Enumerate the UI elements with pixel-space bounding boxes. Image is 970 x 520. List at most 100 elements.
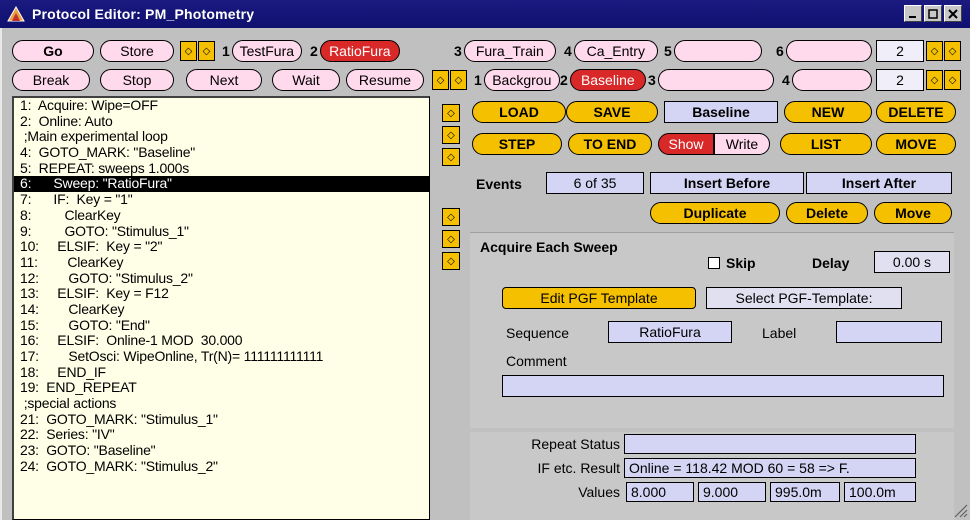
label-label: Label bbox=[762, 325, 797, 341]
delete-button[interactable]: DELETE bbox=[876, 101, 956, 123]
slot-number: 4 bbox=[782, 72, 790, 88]
event-move-button[interactable]: Move bbox=[874, 202, 952, 224]
code-line[interactable]: 1: Acquire: Wipe=OFF bbox=[14, 98, 429, 114]
edit-pgf-button[interactable]: Edit PGF Template bbox=[502, 287, 696, 309]
arrow-right-icon[interactable]: ◇ bbox=[198, 41, 215, 61]
code-line[interactable]: 7: IF: Key = "1" bbox=[14, 191, 429, 208]
sequence-slot-3[interactable]: 3 Fura_Train bbox=[454, 40, 556, 62]
protocol-code-list[interactable]: 1: Acquire: Wipe=OFF 2: Online: Auto ;Mai… bbox=[12, 96, 430, 520]
scroll-down-icon[interactable]: ◇ bbox=[442, 252, 460, 270]
code-line[interactable]: 6: Sweep: "RatioFura" bbox=[14, 176, 429, 193]
protocol-slot-1[interactable]: 1 Backgrou bbox=[474, 69, 560, 91]
code-line[interactable]: 15: GOTO: "End" bbox=[14, 317, 429, 334]
list-button[interactable]: LIST bbox=[780, 133, 872, 155]
sequence-slot-1[interactable]: 1 TestFura bbox=[222, 40, 302, 62]
protocol-name: Backgrou bbox=[483, 69, 560, 91]
code-line[interactable]: 5: REPEAT: sweeps 1.000s bbox=[14, 160, 429, 177]
code-line[interactable]: 19: END_REPEAT bbox=[14, 380, 429, 396]
insert-before-button[interactable]: Insert Before bbox=[650, 172, 804, 194]
code-line[interactable]: 24: GOTO_MARK: "Stimulus_2" bbox=[14, 458, 429, 475]
load-button[interactable]: LOAD bbox=[472, 101, 566, 123]
break-button[interactable]: Break bbox=[12, 69, 90, 91]
page-prev-icon[interactable]: ◇ bbox=[926, 70, 943, 90]
event-delete-button[interactable]: Delete bbox=[786, 202, 868, 224]
value-3: 995.0m bbox=[770, 482, 840, 502]
code-line[interactable]: ;special actions bbox=[14, 395, 429, 412]
resume-button[interactable]: Resume bbox=[346, 69, 424, 91]
page-next-icon[interactable]: ◇ bbox=[944, 41, 961, 61]
code-line[interactable]: 8: ClearKey bbox=[14, 207, 429, 224]
comment-field[interactable] bbox=[502, 375, 944, 397]
repeat-status-label: Repeat Status bbox=[531, 436, 620, 452]
scroll-up-icon[interactable]: ◇ bbox=[442, 126, 460, 144]
protocol-slot-3[interactable]: 3 bbox=[648, 69, 774, 91]
code-line[interactable]: 9: GOTO: "Stimulus_1" bbox=[14, 223, 429, 240]
code-line[interactable]: 21: GOTO_MARK: "Stimulus_1" bbox=[14, 411, 429, 428]
sequence-name: Ca_Entry bbox=[573, 40, 658, 62]
protocol-name: Baseline bbox=[569, 69, 646, 91]
page-prev-icon[interactable]: ◇ bbox=[926, 41, 943, 61]
title-bar: Protocol Editor: PM_Photometry bbox=[0, 0, 970, 28]
arrow-left-icon[interactable]: ◇ bbox=[432, 70, 449, 90]
step-button[interactable]: STEP bbox=[472, 133, 562, 155]
code-line[interactable]: 10: ELSIF: Key = "2" bbox=[14, 238, 429, 255]
next-button[interactable]: Next bbox=[186, 69, 262, 91]
new-button[interactable]: NEW bbox=[784, 101, 872, 123]
protocol-slot-4[interactable]: 4 bbox=[782, 69, 872, 91]
code-line[interactable]: 2: Online: Auto bbox=[14, 113, 429, 130]
value-1: 8.000 bbox=[626, 482, 694, 502]
code-line[interactable]: 18: END_IF bbox=[14, 364, 429, 381]
arrow-left-icon[interactable]: ◇ bbox=[180, 41, 197, 61]
store-button[interactable]: Store bbox=[100, 40, 174, 62]
if-result-label: IF etc. Result bbox=[537, 460, 620, 476]
select-pgf-button[interactable]: Select PGF-Template: bbox=[706, 287, 902, 309]
save-button[interactable]: SAVE bbox=[566, 101, 658, 123]
sequence-slot-6[interactable]: 6 bbox=[776, 40, 872, 62]
show-toggle[interactable]: Show bbox=[658, 133, 714, 155]
minimize-button[interactable] bbox=[904, 5, 922, 22]
sequence-slot-5[interactable]: 5 bbox=[664, 40, 762, 62]
protocol-name-field[interactable]: Baseline bbox=[664, 101, 778, 123]
insert-after-button[interactable]: Insert After bbox=[806, 172, 952, 194]
sequence-field[interactable]: RatioFura bbox=[608, 321, 732, 343]
sequence-slot-4[interactable]: 4 Ca_Entry bbox=[564, 40, 658, 62]
code-line[interactable]: 11: ClearKey bbox=[14, 254, 429, 271]
scroll-down-icon[interactable]: ◇ bbox=[442, 208, 460, 226]
events-counter[interactable]: 6 of 35 bbox=[546, 172, 644, 194]
wait-button[interactable]: Wait bbox=[272, 69, 340, 91]
skip-checkbox[interactable] bbox=[708, 257, 720, 269]
code-line[interactable]: 22: Series: "IV" bbox=[14, 427, 429, 443]
scroll-down-icon[interactable]: ◇ bbox=[442, 230, 460, 248]
code-line[interactable]: 4: GOTO_MARK: "Baseline" bbox=[14, 144, 429, 161]
move-button[interactable]: MOVE bbox=[876, 133, 956, 155]
code-line[interactable]: 23: GOTO: "Baseline" bbox=[14, 442, 429, 459]
arrow-right-icon[interactable]: ◇ bbox=[450, 70, 467, 90]
repeat-status-value bbox=[624, 434, 916, 454]
protocol-slot-2[interactable]: 2 Baseline bbox=[560, 69, 646, 91]
write-toggle[interactable]: Write bbox=[714, 133, 770, 155]
app-icon bbox=[6, 5, 26, 23]
close-button[interactable] bbox=[944, 5, 962, 22]
sequence-slot-2[interactable]: 2 RatioFura bbox=[310, 40, 400, 62]
code-line[interactable]: 12: GOTO: "Stimulus_2" bbox=[14, 270, 429, 287]
code-line[interactable]: 13: ELSIF: Key = F12 bbox=[14, 286, 429, 302]
label-field[interactable] bbox=[836, 321, 942, 343]
comment-label: Comment bbox=[506, 353, 567, 369]
skip-label: Skip bbox=[726, 255, 756, 271]
sequence-page-number[interactable]: 2 bbox=[876, 40, 924, 62]
stop-button[interactable]: Stop bbox=[100, 69, 174, 91]
code-line[interactable]: ;Main experimental loop bbox=[14, 129, 429, 145]
resize-grip-icon[interactable] bbox=[952, 502, 968, 518]
code-line[interactable]: 17: SetOsci: WipeOnline, Tr(N)= 11111111… bbox=[14, 348, 429, 365]
code-line[interactable]: 16: ELSIF: Online-1 MOD 30.000 bbox=[14, 333, 429, 349]
protocol-page-number[interactable]: 2 bbox=[876, 69, 924, 91]
page-next-icon[interactable]: ◇ bbox=[944, 70, 961, 90]
scroll-up-icon[interactable]: ◇ bbox=[442, 148, 460, 166]
duplicate-button[interactable]: Duplicate bbox=[650, 202, 780, 224]
code-line[interactable]: 14: ClearKey bbox=[14, 301, 429, 318]
maximize-button[interactable] bbox=[924, 5, 942, 22]
scroll-up-icon[interactable]: ◇ bbox=[442, 104, 460, 122]
go-button[interactable]: Go bbox=[12, 40, 94, 62]
to-end-button[interactable]: TO END bbox=[568, 133, 652, 155]
delay-field[interactable]: 0.00 s bbox=[874, 251, 950, 273]
